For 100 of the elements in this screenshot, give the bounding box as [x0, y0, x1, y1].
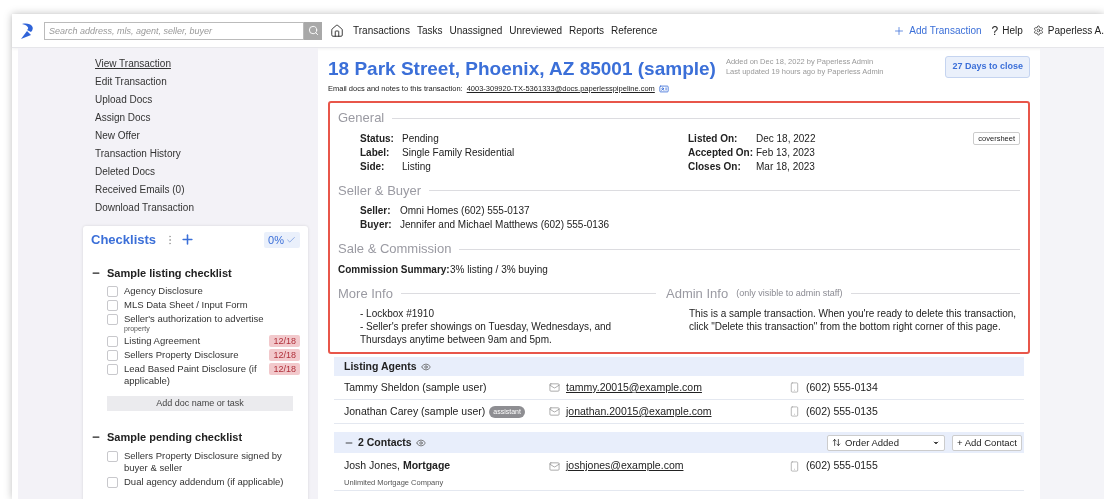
checklist-item[interactable]: Lead Based Paint Disclosure (if applicable): [124, 363, 264, 387]
section-header-title: 2 Contacts: [358, 434, 412, 450]
field-value: Jennifer and Michael Matthews (602) 555-0136: [400, 218, 609, 233]
checkbox[interactable]: [107, 300, 118, 311]
due-date-tag: 12/18: [269, 363, 300, 375]
field-value: Listing: [402, 159, 431, 174]
field-value: Pending: [402, 131, 439, 146]
checklist-item[interactable]: Agency Disclosure: [124, 285, 300, 297]
home-icon[interactable]: [330, 23, 344, 38]
phone-number: (602) 555-0135: [806, 403, 878, 419]
field-value: Omni Homes (602) 555-0137: [400, 204, 530, 219]
checkbox[interactable]: [107, 476, 118, 488]
contact-card-icon[interactable]: [658, 83, 669, 94]
due-date-tag: 12/18: [269, 335, 300, 347]
email-link[interactable]: jonathan.20015@example.com: [566, 403, 712, 420]
eye-icon[interactable]: [415, 437, 426, 448]
checklists-title: Checklists: [91, 231, 157, 249]
checkbox[interactable]: [107, 314, 118, 325]
help-link[interactable]: ? Help: [991, 21, 1023, 40]
field-value: Feb 13, 2023: [756, 145, 815, 160]
agent-name: Tammy Sheldon (sample user): [344, 379, 487, 395]
search-field[interactable]: Search address, mls, agent, seller, buyer: [44, 21, 304, 40]
checklist-group-title: Sample listing checklist: [107, 265, 232, 281]
due-date-tag: 12/18: [269, 349, 300, 361]
sort-dropdown[interactable]: Order Added: [827, 434, 946, 451]
section-title: More Info: [338, 284, 393, 303]
field-label: Seller:: [360, 204, 392, 219]
transaction-title: 18 Park Street, Phoenix, AZ 85001 (sample): [328, 57, 716, 81]
add-contact-button[interactable]: + Add Contact: [952, 434, 1022, 451]
checkbox[interactable]: [107, 350, 118, 361]
add-task-button[interactable]: Add doc name or task: [107, 396, 293, 412]
mail-icon: [549, 382, 560, 394]
checklist-item[interactable]: Seller's authorization to advertise: [124, 313, 300, 325]
mail-icon: [549, 406, 560, 418]
nav-link[interactable]: Reference: [611, 23, 658, 38]
gear-icon: [1032, 25, 1044, 36]
checklist-item[interactable]: MLS Data Sheet / Input Form: [124, 299, 300, 311]
field-label: Buyer:: [360, 218, 393, 233]
info-line: - Lockbox #1910: [360, 307, 435, 321]
nav-link[interactable]: Tasks: [416, 23, 443, 38]
nav-link[interactable]: Transactions: [353, 23, 410, 38]
contact-name: Josh Jones, Mortgage: [344, 458, 452, 474]
field-value: Dec 18, 2022: [756, 131, 816, 146]
checklist-item[interactable]: Sellers Property Disclosure signed by buyer & seller: [124, 449, 300, 474]
email-link[interactable]: tammy.20015@example.com: [566, 379, 702, 396]
field-label: Commission Summary:: [338, 262, 450, 277]
sidebar-menu-item[interactable]: Deleted Docs: [95, 163, 156, 181]
search-icon[interactable]: [304, 21, 322, 40]
field-label: Label:: [360, 145, 391, 160]
section-title: General: [338, 109, 385, 128]
field-label: Status:: [360, 131, 395, 146]
section-header-title: Listing Agents: [344, 358, 417, 374]
phone-number: (602) 555-0134: [806, 379, 878, 395]
phone-icon: [789, 382, 800, 394]
field-label: Side:: [360, 159, 386, 174]
nav-link[interactable]: Reports: [569, 23, 605, 38]
mail-icon: [549, 460, 560, 472]
nav-link[interactable]: Unreviewed: [509, 23, 563, 38]
help-icon: ?: [991, 21, 999, 40]
phone-icon: [789, 460, 800, 472]
sidebar-menu-item[interactable]: Received Emails (0): [95, 181, 185, 199]
checkbox[interactable]: [107, 364, 118, 375]
sort-icon: [832, 438, 842, 448]
field-label: Accepted On:: [688, 145, 754, 160]
plus-icon: [893, 24, 906, 37]
progress-badge: 0%: [264, 231, 300, 248]
admin-note: This is a sample transaction. When you're ready to delete this transaction, click "Delete this transaction" from the bottom right corner of this page.: [688, 307, 1018, 334]
nav-link[interactable]: Unassigned: [449, 23, 503, 38]
checklist-group-title: Sample pending checklist: [107, 430, 243, 445]
days-to-close-badge: 27 Days to close: [945, 56, 1030, 78]
agent-name: Jonathan Carey (sample user): [344, 403, 486, 419]
field-value: Mar 18, 2023: [756, 159, 815, 174]
phone-number: (602) 555-0155: [806, 458, 878, 474]
checkbox[interactable]: [107, 286, 118, 297]
eye-icon[interactable]: [420, 361, 431, 372]
sidebar-menu-item[interactable]: Upload Docs: [95, 91, 153, 109]
logo-icon[interactable]: [20, 21, 36, 40]
add-transaction-link[interactable]: Add Transaction: [893, 23, 982, 38]
email-link[interactable]: joshjones@example.com: [566, 458, 684, 474]
field-label: Closes On:: [688, 159, 742, 174]
phone-icon: [789, 406, 800, 418]
section-title: Admin Info: [666, 284, 729, 303]
checkbox[interactable]: [107, 450, 118, 462]
sidebar-menu-item[interactable]: New Offer: [95, 127, 140, 145]
sidebar-menu-item[interactable]: Edit Transaction: [95, 73, 167, 91]
add-icon[interactable]: [180, 232, 196, 248]
sidebar-menu-item[interactable]: Assign Docs: [95, 109, 151, 127]
field-value: Single Family Residential: [402, 145, 515, 160]
sidebar-menu-item[interactable]: Transaction History: [95, 145, 181, 163]
checklist-item[interactable]: Listing Agreement: [124, 335, 264, 347]
user-menu[interactable]: Paperless A.: [1032, 23, 1104, 38]
checklist-item[interactable]: Sellers Property Disclosure: [124, 349, 264, 361]
sidebar-menu-item[interactable]: View Transaction: [95, 55, 171, 73]
section-note: (only visible to admin staff): [736, 286, 843, 300]
sidebar-menu-item[interactable]: Download Transaction: [95, 199, 194, 217]
field-label: Listed On:: [688, 131, 739, 146]
checklist-item[interactable]: Dual agency addendum (if applicable): [124, 475, 300, 488]
checkbox[interactable]: [107, 336, 118, 347]
info-line: - Seller's prefer showings on Tuesday, Wednesdays, and Thursdays anytime between 9am and 5pm.: [360, 320, 613, 347]
section-title: Sale & Commission: [338, 240, 452, 259]
